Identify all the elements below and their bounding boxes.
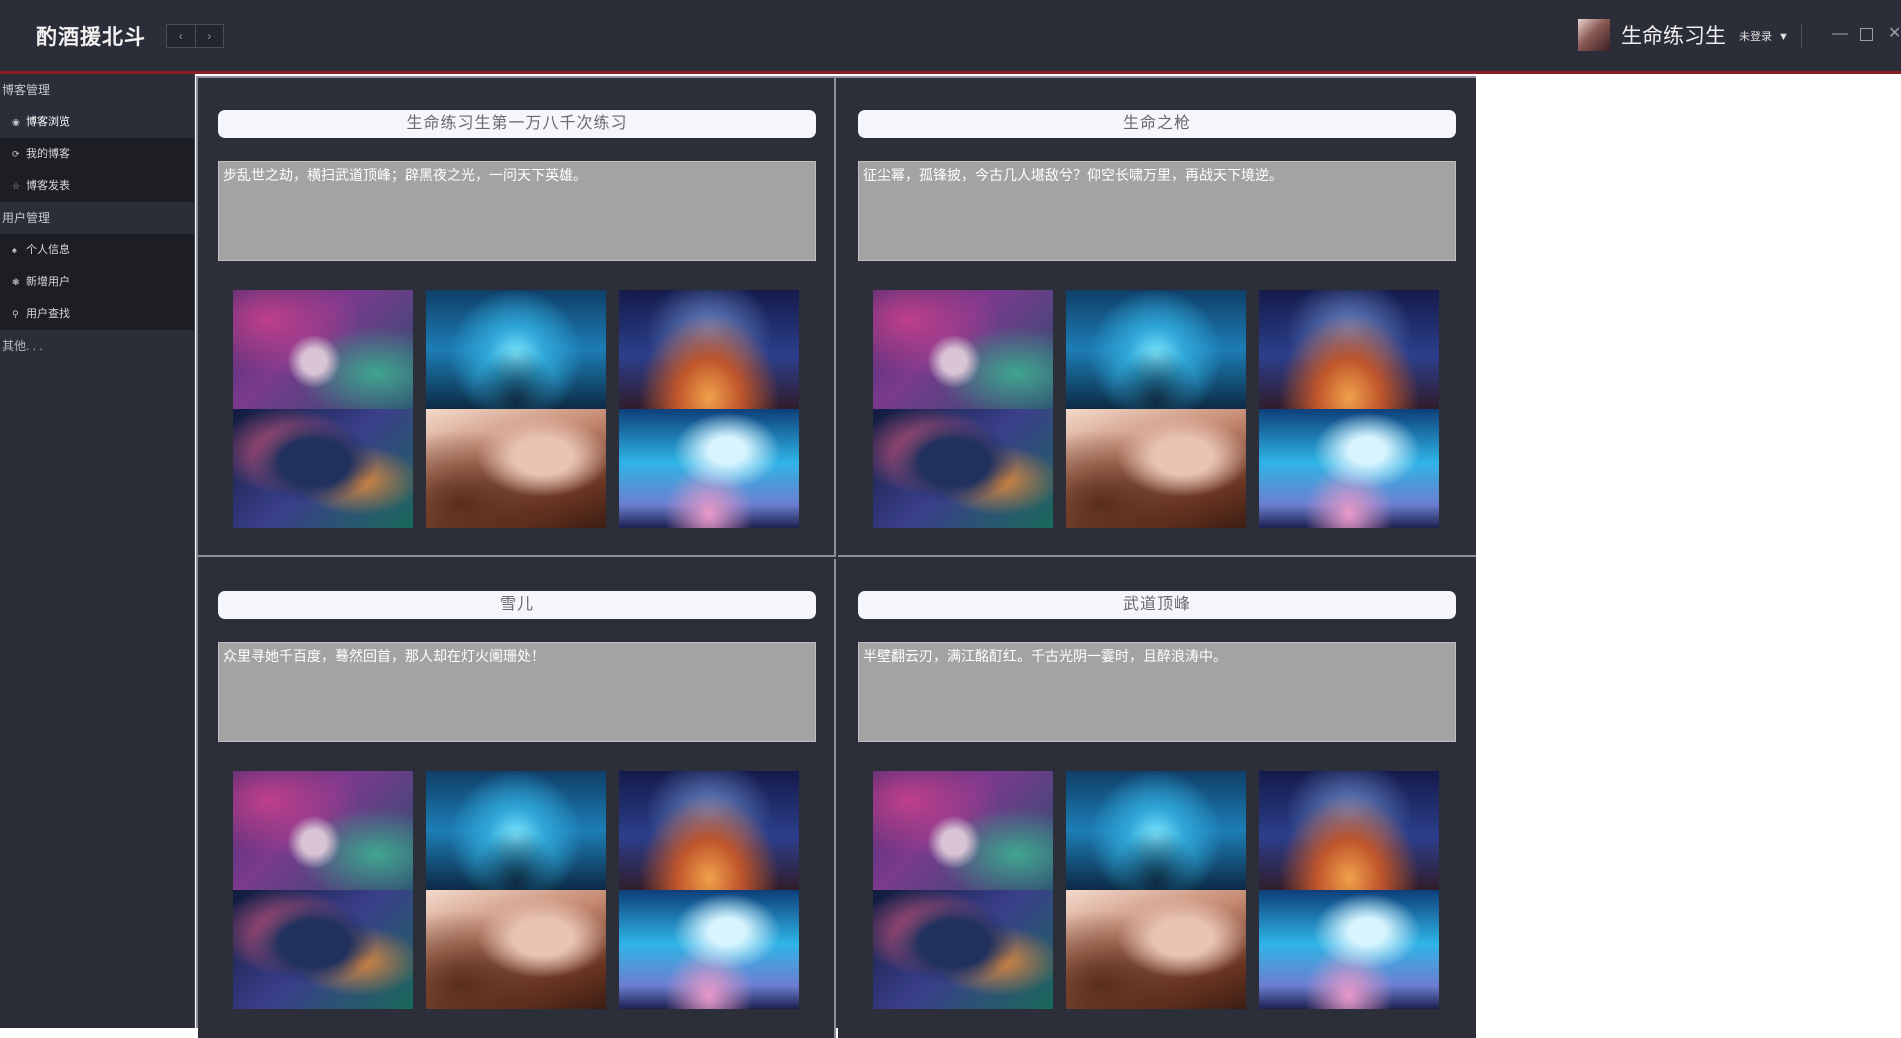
cosmic-eye-image[interactable] [873, 409, 1053, 528]
blog-content[interactable]: 众里寻她千百度，蓦然回首，那人却在灯火阑珊处！ [218, 642, 816, 742]
back-button[interactable]: ‹ [167, 25, 195, 47]
sidebar-item-blog-publish[interactable]: ☆ 博客发表 [0, 170, 194, 202]
starry-horizon-image[interactable] [1259, 771, 1439, 890]
blog-grid: 生命练习生第一万八千次练习 步乱世之劫，横扫武道顶峰；辟黑夜之光，一问天下英雄。… [196, 76, 1476, 1038]
sidebar-item-profile[interactable]: ♠ 个人信息 [0, 234, 194, 266]
sky-whale-image[interactable] [1259, 409, 1439, 528]
minimize-button[interactable]: — [1832, 24, 1848, 44]
sidebar-group-items: ◉ 博客浏览 ⟳ 我的博客 ☆ 博客发表 [0, 106, 194, 202]
sidebar-item-blog-browse[interactable]: ◉ 博客浏览 [0, 106, 194, 138]
underwater-couple-image[interactable] [1066, 290, 1246, 409]
sidebar-item-label: 博客发表 [26, 180, 70, 192]
blog-card: 生命之枪 征尘幂，孤锋披，今古几人堪敌兮？仰空长啸万里，再战天下境逆。 [838, 78, 1476, 557]
blog-title[interactable]: 武道顶峰 [858, 591, 1456, 619]
sidebar-item-add-user[interactable]: ❃ 新增用户 [0, 266, 194, 298]
username: 生命练习生 [1621, 24, 1726, 48]
galaxy-whale-image[interactable] [233, 771, 413, 890]
galaxy-whale-image[interactable] [873, 290, 1053, 409]
sidebar-group-user-management[interactable]: 用户管理 [0, 202, 194, 234]
sky-whale-image[interactable] [619, 890, 799, 1009]
separator [1801, 24, 1802, 48]
login-status-dropdown[interactable]: 未登录 ▼ [1739, 28, 1789, 44]
image-gallery [873, 771, 1440, 1009]
forward-button[interactable]: › [194, 25, 224, 47]
login-status-label: 未登录 [1739, 31, 1772, 43]
close-button[interactable]: ✕ [1888, 24, 1901, 44]
app-title: 酌酒援北斗 [36, 25, 146, 49]
cosmic-eye-image[interactable] [233, 890, 413, 1009]
avatar[interactable] [1578, 19, 1610, 51]
sidebar-item-other[interactable]: 其他. . . [0, 330, 194, 362]
blog-card: 雪儿 众里寻她千百度，蓦然回首，那人却在灯火阑珊处！ [198, 559, 836, 1038]
star-icon: ☆ [12, 181, 21, 191]
underwater-couple-image[interactable] [1066, 771, 1246, 890]
starry-horizon-image[interactable] [619, 771, 799, 890]
galaxy-whale-image[interactable] [873, 771, 1053, 890]
refresh-icon: ⟳ [12, 149, 20, 159]
blog-title[interactable]: 生命练习生第一万八千次练习 [218, 110, 816, 138]
image-gallery [233, 771, 800, 1009]
cosmic-eye-image[interactable] [233, 409, 413, 528]
image-gallery [873, 290, 1440, 528]
sleeping-girl-image[interactable] [1066, 409, 1246, 528]
maximize-button[interactable] [1860, 24, 1873, 47]
blog-card: 生命练习生第一万八千次练习 步乱世之劫，横扫武道顶峰；辟黑夜之光，一问天下英雄。 [198, 78, 836, 557]
caret-down-icon: ▼ [1778, 31, 1789, 43]
cosmic-eye-image[interactable] [873, 890, 1053, 1009]
blog-card: 武道顶峰 半壁翻云刃，满江酩酊红。千古光阴一霎时，且醉浪涛中。 [838, 559, 1476, 1038]
title-bar: 酌酒援北斗 ‹ › 生命练习生 未登录 ▼ — ✕ [0, 0, 1901, 74]
person-icon: ♠ [12, 245, 17, 255]
blog-content[interactable]: 步乱世之劫，横扫武道顶峰；辟黑夜之光，一问天下英雄。 [218, 161, 816, 261]
sidebar-item-label: 新增用户 [26, 276, 70, 288]
sleeping-girl-image[interactable] [426, 409, 606, 528]
blog-title[interactable]: 生命之枪 [858, 110, 1456, 138]
sidebar-item-user-search[interactable]: ⚲ 用户查找 [0, 298, 194, 330]
sidebar-group-blog-management[interactable]: 博客管理 [0, 74, 194, 106]
blog-title[interactable]: 雪儿 [218, 591, 816, 619]
galaxy-whale-image[interactable] [233, 290, 413, 409]
maximize-icon [1860, 28, 1873, 41]
circle-icon: ◉ [12, 117, 20, 127]
image-gallery [233, 290, 800, 528]
sidebar-item-label: 用户查找 [26, 308, 70, 320]
sky-whale-image[interactable] [619, 409, 799, 528]
sleeping-girl-image[interactable] [1066, 890, 1246, 1009]
underwater-couple-image[interactable] [426, 771, 606, 890]
sleeping-girl-image[interactable] [426, 890, 606, 1009]
blog-content[interactable]: 征尘幂，孤锋披，今古几人堪敌兮？仰空长啸万里，再战天下境逆。 [858, 161, 1456, 261]
sky-whale-image[interactable] [1259, 890, 1439, 1009]
sidebar-item-label: 博客浏览 [26, 116, 70, 128]
starry-horizon-image[interactable] [619, 290, 799, 409]
sidebar-item-my-blog[interactable]: ⟳ 我的博客 [0, 138, 194, 170]
blog-content[interactable]: 半壁翻云刃，满江酩酊红。千古光阴一霎时，且醉浪涛中。 [858, 642, 1456, 742]
starry-horizon-image[interactable] [1259, 290, 1439, 409]
sidebar-item-label: 我的博客 [26, 148, 70, 160]
nav-buttons: ‹ › [166, 24, 224, 48]
underwater-couple-image[interactable] [426, 290, 606, 409]
add-user-icon: ❃ [12, 277, 20, 287]
sidebar: 博客管理 ◉ 博客浏览 ⟳ 我的博客 ☆ 博客发表 用户管理 ♠ 个人信息 ❃ 新增用户 … [0, 74, 195, 1028]
sidebar-group-items: ♠ 个人信息 ❃ 新增用户 ⚲ 用户查找 [0, 234, 194, 330]
search-icon: ⚲ [12, 309, 19, 319]
sidebar-item-label: 个人信息 [26, 244, 70, 256]
